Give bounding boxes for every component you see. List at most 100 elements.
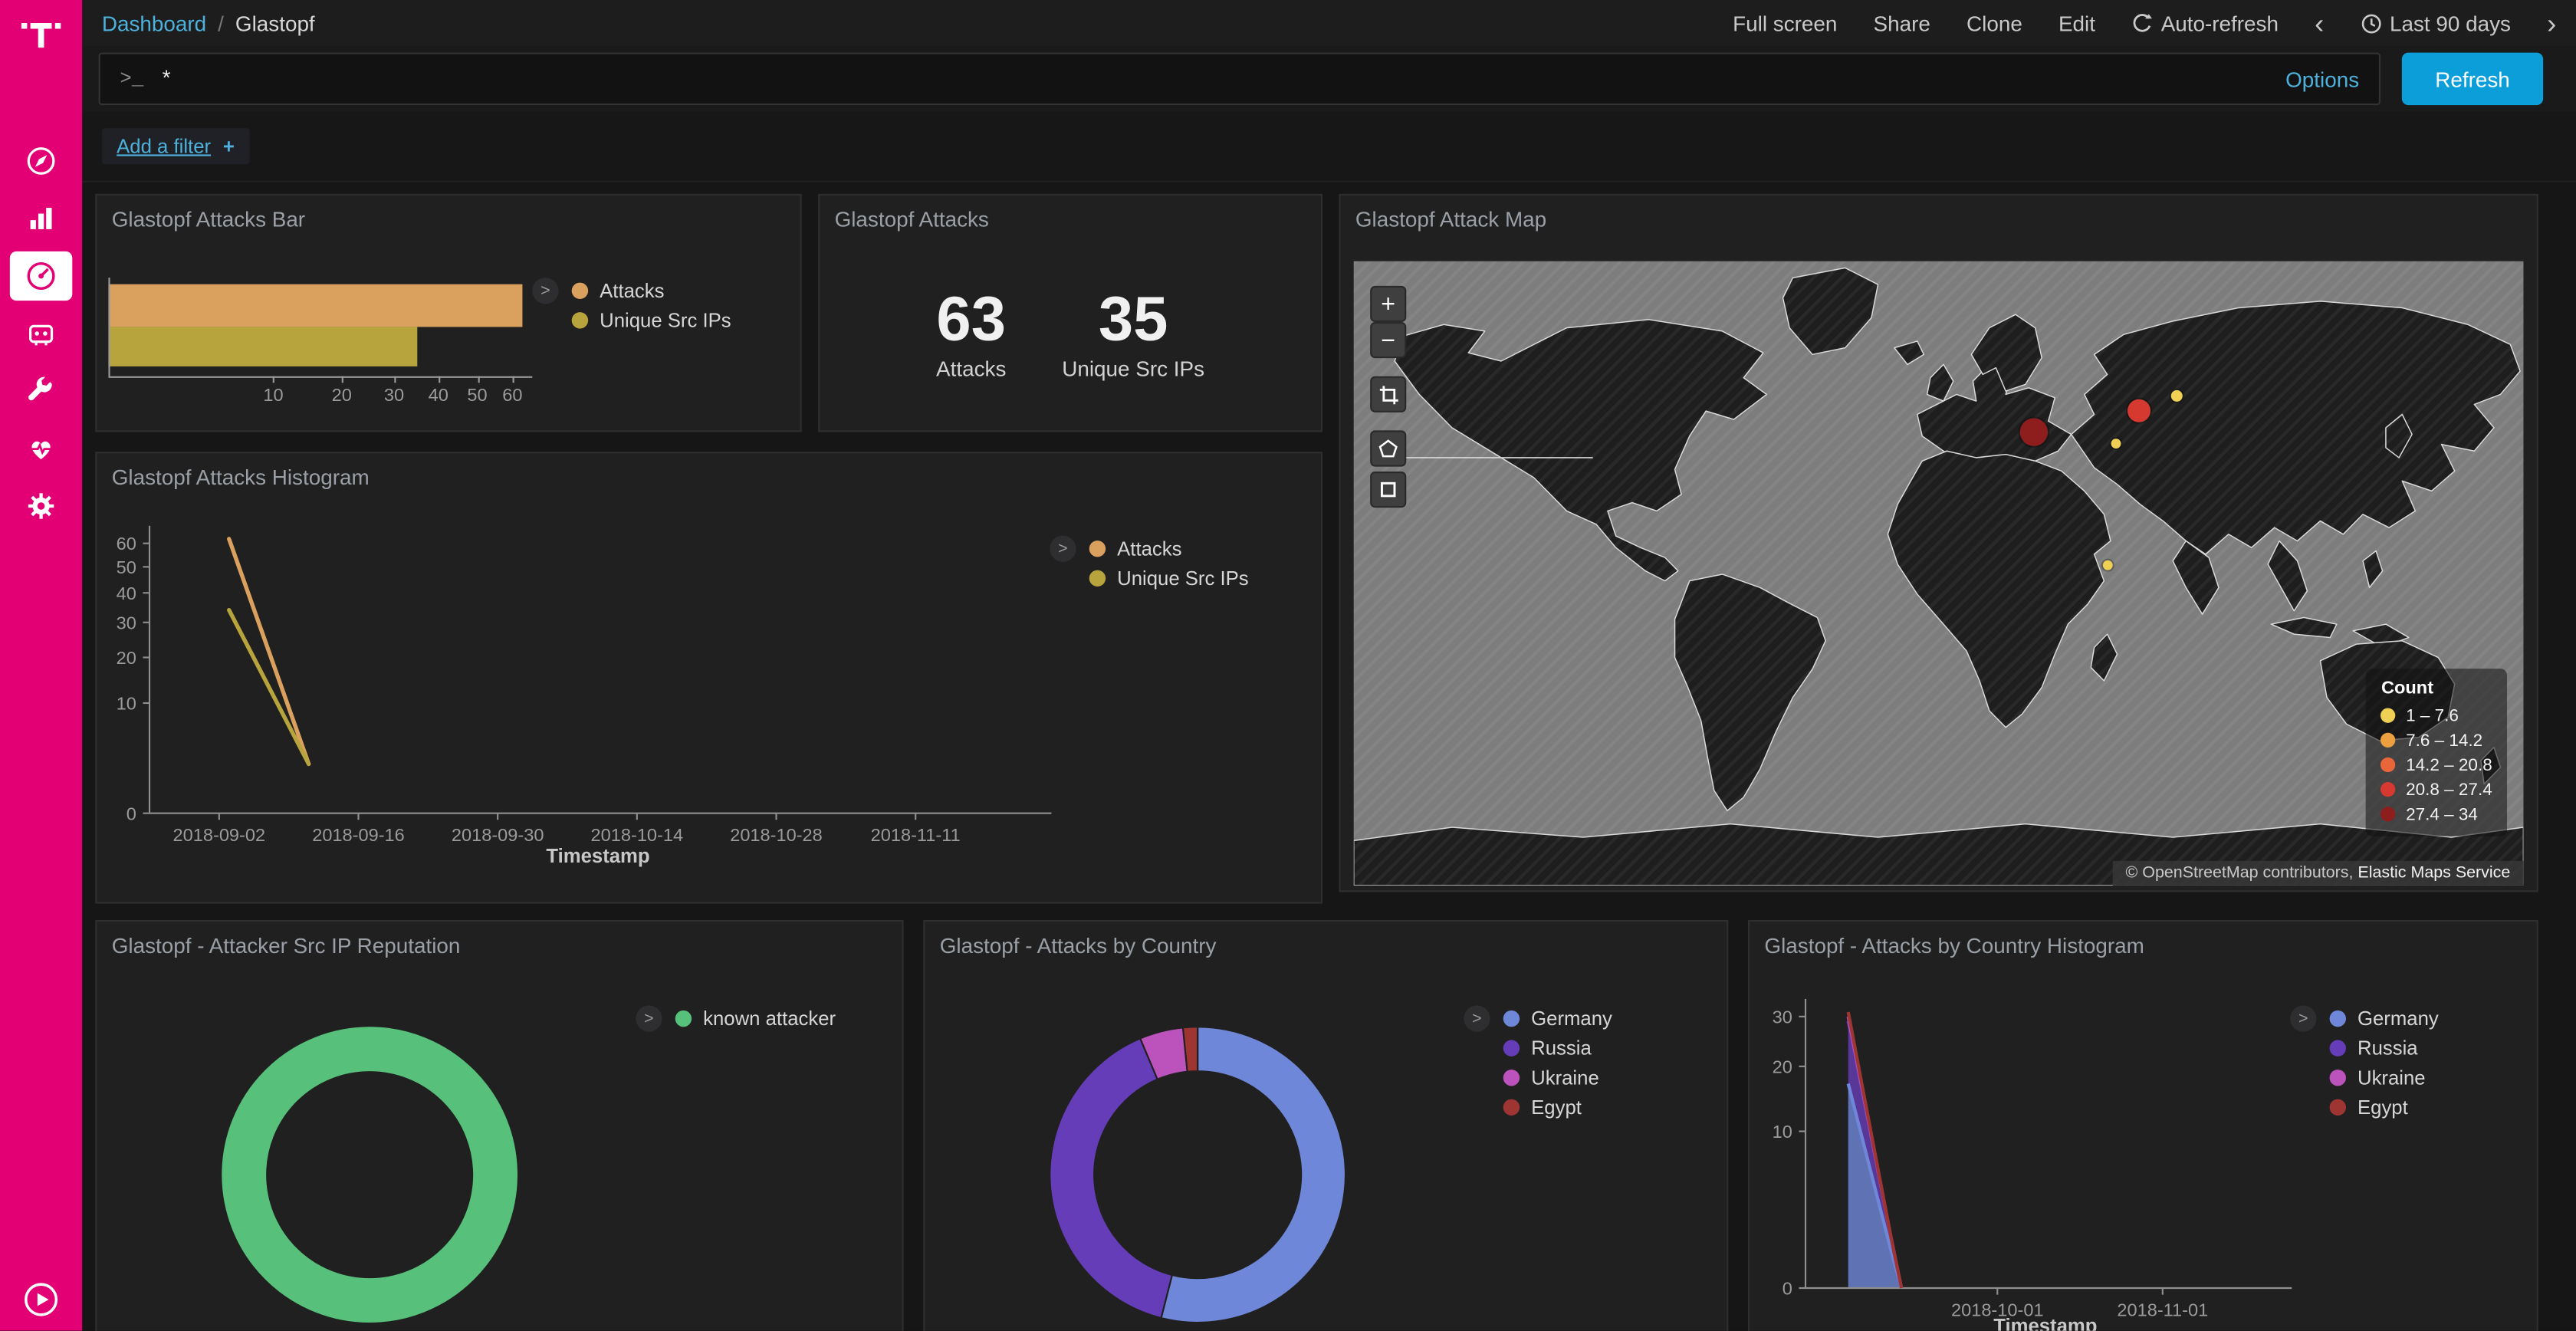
bar-attacks[interactable] [108,284,522,327]
draw-polygon-button[interactable] [1370,430,1406,466]
refresh-arrow-icon [2131,12,2153,34]
sidebar-item-monitoring[interactable] [10,424,72,473]
legend-item[interactable]: Attacks [1089,534,1249,564]
legend-item[interactable]: Egypt [2330,1093,2439,1122]
metric-unique-src-ips: 35Unique Src IPs [1062,288,1204,380]
auto-refresh-button[interactable]: Auto-refresh [2131,11,2279,35]
legend-color-dot [1089,541,1106,557]
telekom-t-icon [20,13,63,56]
attacks-histogram-chart[interactable]: 01020304050602018-09-022018-09-162018-09… [97,453,1320,902]
sidebar-item-attack-console[interactable] [10,309,72,358]
breadcrumb-dashboard-link[interactable]: Dashboard [102,11,206,35]
query-bar: >_ * Options Refresh [82,46,2576,113]
attack-location-marker[interactable] [2128,399,2151,422]
time-range-label: Last 90 days [2390,11,2511,35]
full-screen-button[interactable]: Full screen [1733,11,1837,35]
legend-item[interactable]: Germany [1503,1004,1612,1034]
sidebar-item-management[interactable] [10,481,72,531]
clone-button[interactable]: Clone [1967,11,2022,35]
telekom-logo[interactable] [20,13,63,64]
metric-visualization: 63Attacks35Unique Src IPs [820,196,1321,430]
map-legend-item: 20.8 – 27.4 [2381,777,2492,802]
attack-location-marker[interactable] [2111,439,2121,449]
bar-unique-src-ips[interactable] [108,327,416,366]
panel-title: Glastopf - Attacks by Country [940,933,1217,958]
legend-toggle-icon[interactable]: > [1050,536,1076,562]
panel-attacks-bar: Glastopf Attacks Bar 102030405060 >Attac… [95,194,801,432]
panel-attacks-metric: Glastopf Attacks 63Attacks35Unique Src I… [818,194,1322,432]
elastic-maps-service-link[interactable]: Elastic Maps Service [2358,864,2510,882]
attack-location-marker[interactable] [2171,391,2183,403]
legend-toggle-icon[interactable]: > [636,1005,662,1031]
share-button[interactable]: Share [1874,11,1930,35]
heartbeat-icon [25,432,58,465]
legend-color-dot [675,1011,692,1027]
legend-item[interactable]: Russia [1503,1034,1612,1063]
add-filter-label: Add a filter [117,135,211,158]
sidebar-item-visualize[interactable] [10,194,72,243]
reputation-donut-chart[interactable] [205,1011,534,1331]
time-back-chevron[interactable]: ‹ [2315,9,2324,37]
edit-button[interactable]: Edit [2058,11,2095,35]
legend-item[interactable]: Attacks [572,276,731,306]
legend-item[interactable]: Ukraine [2330,1063,2439,1093]
legend-item[interactable]: Ukraine [1503,1063,1612,1093]
square-icon [1378,480,1398,500]
legend-label: Unique Src IPs [1117,567,1249,590]
fit-data-bounds-button[interactable] [1370,376,1406,412]
legend-item[interactable]: Germany [2330,1004,2439,1034]
legend-color-dot [1503,1099,1520,1116]
legend-label: Attacks [1117,537,1181,560]
legend-toggle-icon[interactable]: > [532,278,558,304]
openstreetmap-attribution-link[interactable]: © OpenStreetMap contributors, [2126,864,2354,882]
legend-item[interactable]: known attacker [675,1004,836,1034]
legend-toggle-icon[interactable]: > [2290,1005,2316,1031]
refresh-button[interactable]: Refresh [2402,53,2543,106]
legend-color-dot [1089,570,1106,587]
time-forward-chevron[interactable]: › [2547,9,2556,37]
attack-markers-layer [1354,261,2524,886]
legend-item[interactable]: Egypt [1503,1093,1612,1122]
draw-rectangle-button[interactable] [1370,472,1406,508]
legend-item[interactable]: Unique Src IPs [1089,564,1249,593]
search-input[interactable]: >_ * Options [99,53,2380,106]
map-legend-color-dot [2381,758,2396,772]
country-histogram-chart[interactable]: 01020302018-10-012018-11-01Timestamp [1750,922,2536,1331]
map-legend-color-dot [2381,782,2396,797]
zoom-in-button[interactable]: + [1370,286,1406,322]
svg-text:20: 20 [117,648,136,668]
play-circle-icon [23,1281,59,1317]
map-legend-item: 14.2 – 20.8 [2381,752,2492,777]
svg-text:10: 10 [1773,1122,1792,1142]
sidebar-play-button[interactable] [0,1281,82,1317]
legend-item[interactable]: Unique Src IPs [572,306,731,336]
legend-item[interactable]: Russia [2330,1034,2439,1063]
legend-label: Ukraine [1531,1066,1599,1089]
auto-refresh-label: Auto-refresh [2161,11,2279,35]
zoom-out-button[interactable]: − [1370,322,1406,358]
country-donut-chart[interactable] [1033,1011,1362,1331]
legend-color-dot [572,312,588,328]
sidebar-item-dev-tools[interactable] [10,366,72,416]
pie-slice-russia [1050,1038,1172,1318]
map-legend-color-dot [2381,807,2396,821]
legend-label: Ukraine [2358,1066,2426,1089]
legend-toggle-icon[interactable]: > [1464,1005,1490,1031]
legend-color-dot [2330,1011,2346,1027]
attack-location-marker[interactable] [2102,561,2112,571]
page-scale-wrapper: Dashboard / Glastopf Full screen Share C… [0,0,2576,1331]
sidebar-item-discover[interactable] [10,136,72,186]
add-filter-button[interactable]: Add a filter + [102,128,249,164]
metric-value: 35 [1062,288,1204,350]
attack-location-marker[interactable] [2019,419,2047,446]
query-prompt-icon: >_ [120,67,143,90]
query-options-link[interactable]: Options [2285,67,2359,91]
sidebar-item-dashboard[interactable] [10,251,72,301]
map-attribution: © OpenStreetMap contributors, Elastic Ma… [2112,861,2523,886]
top-navbar: Dashboard / Glastopf Full screen Share C… [82,0,2576,48]
svg-text:2018-10-14: 2018-10-14 [591,825,684,845]
time-range-picker[interactable]: Last 90 days [2360,11,2511,35]
svg-text:2018-11-11: 2018-11-11 [871,825,961,845]
attack-map[interactable]: + − [1354,261,2524,886]
svg-text:Timestamp: Timestamp [1993,1316,2097,1331]
